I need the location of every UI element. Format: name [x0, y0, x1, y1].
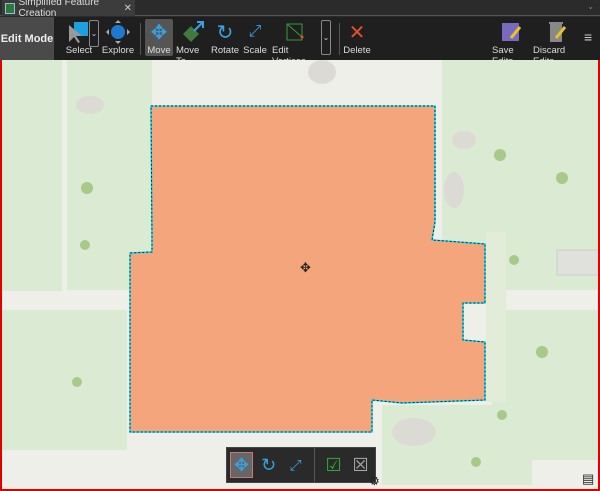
rotate-label: Rotate: [211, 45, 239, 56]
tab-simplified-feature-creation[interactable]: Simplified Feature Creation ✕: [2, 0, 135, 19]
edit-mode-label: Edit Mode: [0, 17, 54, 60]
delete-button[interactable]: ✕ Delete: [343, 19, 371, 57]
map-view[interactable]: ✥: [0, 60, 600, 491]
tab-bar: Simplified Feature Creation ✕ ⌄: [0, 0, 600, 19]
edit-vertices-icon: [285, 19, 305, 45]
discard-edits-icon: [545, 19, 569, 45]
close-icon[interactable]: ✕: [124, 3, 132, 14]
menu-icon[interactable]: ≡: [584, 29, 592, 45]
divider: [339, 23, 340, 55]
gear-icon[interactable]: ⚙: [369, 474, 380, 488]
rotate-icon: ↻: [216, 21, 234, 44]
delete-icon: ✕: [348, 21, 366, 44]
divider: [314, 448, 316, 482]
select-dropdown[interactable]: ⌄: [89, 20, 99, 47]
floating-edit-toolbar: ✥ ↻ ⤢ ☑ ☒: [226, 447, 376, 483]
scale-button[interactable]: ⤢ Scale: [243, 19, 267, 56]
save-edits-icon: [499, 19, 523, 45]
move-button[interactable]: ✥ Move: [145, 19, 173, 56]
move-icon: ✥: [150, 21, 168, 44]
explore-icon: [106, 19, 130, 45]
toolbar: Edit Mode Select ⌄ Explore ✥Move Move To…: [0, 17, 600, 67]
finish-icon[interactable]: ☑: [322, 452, 345, 478]
map-icon: [5, 2, 15, 14]
delete-label: Delete: [343, 45, 371, 56]
divider: [140, 23, 141, 55]
scale-icon: ⤢: [248, 23, 262, 40]
scale-icon[interactable]: ⤢: [284, 452, 307, 478]
legend-icon[interactable]: ▤: [582, 471, 594, 487]
explore-label: Explore: [101, 45, 135, 56]
chevron-down-icon[interactable]: ⌄: [587, 2, 594, 11]
move-cursor-icon: ✥: [300, 260, 311, 275]
rotate-button[interactable]: ↻ Rotate: [211, 19, 239, 57]
move-icon[interactable]: ✥: [230, 452, 254, 478]
scale-label: Scale: [243, 45, 267, 56]
select-label: Select: [65, 45, 93, 56]
more-tools-dropdown[interactable]: ⌄: [321, 20, 331, 55]
rotate-icon[interactable]: ↻: [257, 452, 280, 478]
move-to-icon: [181, 19, 205, 45]
move-label: Move: [147, 45, 171, 56]
explore-button[interactable]: Explore: [102, 19, 134, 56]
